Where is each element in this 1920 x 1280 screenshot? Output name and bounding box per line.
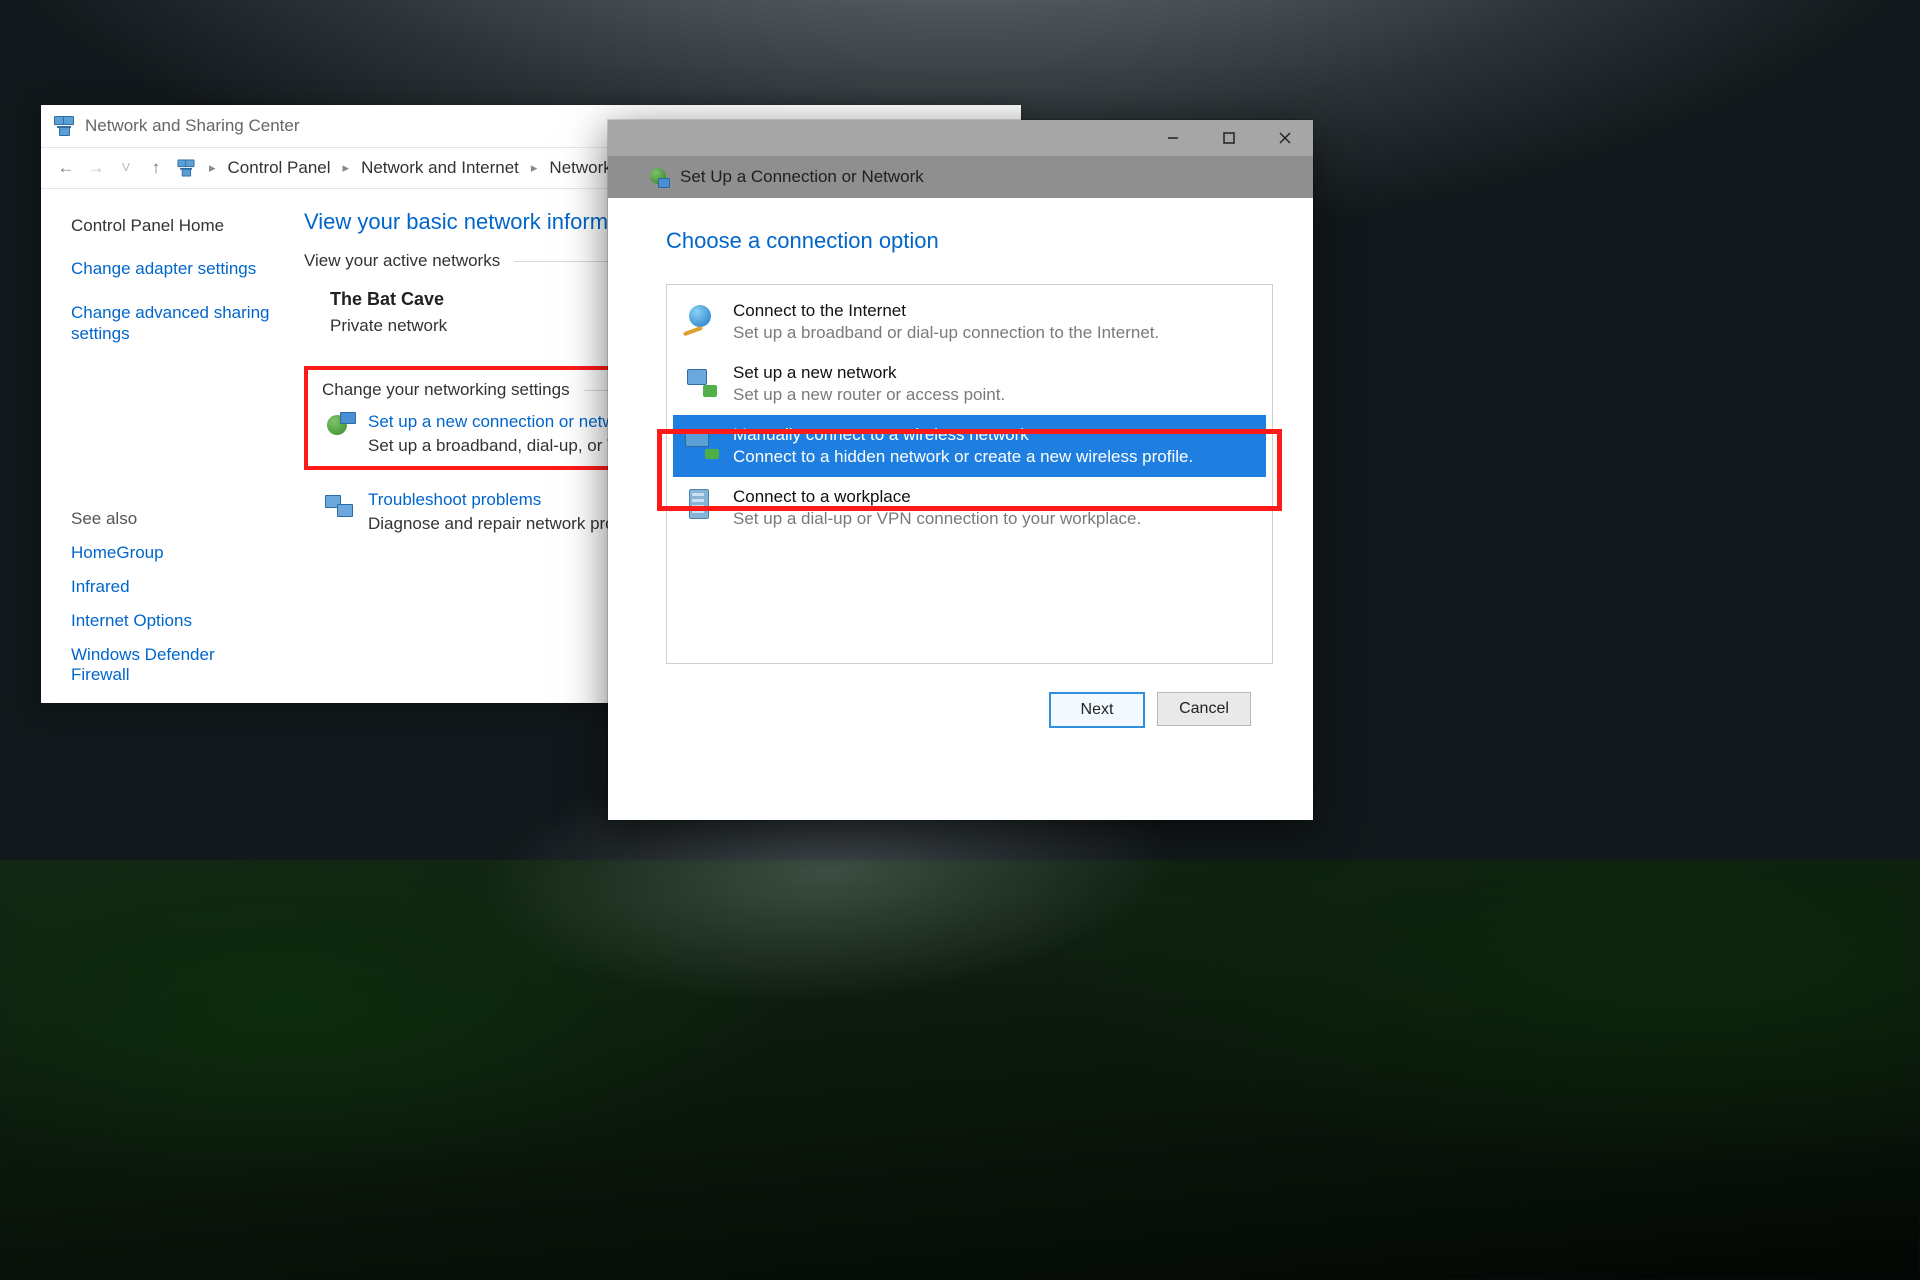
option-connect-workplace[interactable]: Connect to a workplace Set up a dial-up … bbox=[673, 477, 1266, 539]
close-button[interactable] bbox=[1257, 120, 1313, 156]
link-change-advanced-sharing[interactable]: Change advanced sharing settings bbox=[71, 302, 276, 345]
wireless-icon bbox=[681, 425, 721, 461]
wizard-titlebar[interactable] bbox=[608, 120, 1313, 156]
option-connect-internet[interactable]: Connect to the Internet Set up a broadba… bbox=[673, 291, 1266, 353]
nav-recent-button[interactable]: ˅ bbox=[115, 158, 137, 178]
next-button[interactable]: Next bbox=[1049, 692, 1145, 728]
option-new-network[interactable]: Set up a new network Set up a new router… bbox=[673, 353, 1266, 415]
option-manual-wireless[interactable]: Manually connect to a wireless network C… bbox=[673, 415, 1266, 477]
maximize-button[interactable] bbox=[1201, 120, 1257, 156]
option-desc: Set up a new router or access point. bbox=[733, 385, 1005, 405]
wizard-header: Set Up a Connection or Network bbox=[608, 156, 1313, 198]
option-title: Manually connect to a wireless network bbox=[733, 425, 1193, 445]
wizard-icon bbox=[648, 166, 670, 188]
wizard-button-row: Next Cancel bbox=[666, 664, 1273, 728]
section-change-settings-label: Change your networking settings bbox=[322, 380, 570, 400]
setup-connection-icon bbox=[322, 412, 356, 442]
option-title: Connect to the Internet bbox=[733, 301, 1159, 321]
cancel-button[interactable]: Cancel bbox=[1157, 692, 1251, 726]
option-desc: Set up a dial-up or VPN connection to yo… bbox=[733, 509, 1141, 529]
nav-up-button[interactable]: ↑ bbox=[145, 158, 167, 178]
see-also-heading: See also bbox=[71, 509, 276, 529]
window-title: Network and Sharing Center bbox=[85, 116, 300, 136]
troubleshoot-icon bbox=[322, 490, 356, 520]
minimize-button[interactable] bbox=[1145, 120, 1201, 156]
link-internet-options[interactable]: Internet Options bbox=[71, 611, 276, 631]
left-panel: Control Panel Home Change adapter settin… bbox=[41, 207, 296, 705]
globe-icon bbox=[681, 301, 721, 337]
link-windows-defender-firewall[interactable]: Windows Defender Firewall bbox=[71, 645, 276, 685]
breadcrumb-control-panel[interactable]: Control Panel bbox=[228, 158, 331, 178]
nav-back-button[interactable]: ← bbox=[55, 158, 77, 178]
breadcrumb-sep: ▸ bbox=[209, 160, 216, 176]
section-label-text: View your active networks bbox=[304, 251, 500, 271]
link-change-adapter[interactable]: Change adapter settings bbox=[71, 258, 276, 279]
building-icon bbox=[681, 487, 721, 523]
breadcrumb-sep: ▸ bbox=[343, 160, 350, 176]
option-title: Set up a new network bbox=[733, 363, 1005, 383]
wizard-body: Choose a connection option Connect to th… bbox=[608, 198, 1313, 728]
router-icon bbox=[681, 363, 721, 399]
network-center-icon bbox=[53, 115, 75, 137]
breadcrumb-sep: ▸ bbox=[531, 160, 538, 176]
connection-option-list: Connect to the Internet Set up a broadba… bbox=[666, 284, 1273, 664]
window-setup-connection-wizard: Set Up a Connection or Network Choose a … bbox=[608, 120, 1313, 820]
wizard-heading: Choose a connection option bbox=[666, 228, 1273, 254]
link-infrared[interactable]: Infrared bbox=[71, 577, 276, 597]
link-homegroup[interactable]: HomeGroup bbox=[71, 543, 276, 563]
option-desc: Set up a broadband or dial-up connection… bbox=[733, 323, 1159, 343]
option-desc: Connect to a hidden network or create a … bbox=[733, 447, 1193, 467]
option-title: Connect to a workplace bbox=[733, 487, 1141, 507]
link-control-panel-home[interactable]: Control Panel Home bbox=[71, 215, 276, 236]
wizard-title: Set Up a Connection or Network bbox=[680, 167, 924, 187]
path-icon bbox=[177, 159, 196, 178]
breadcrumb-network-internet[interactable]: Network and Internet bbox=[361, 158, 519, 178]
nav-forward-button[interactable]: → bbox=[85, 158, 107, 178]
